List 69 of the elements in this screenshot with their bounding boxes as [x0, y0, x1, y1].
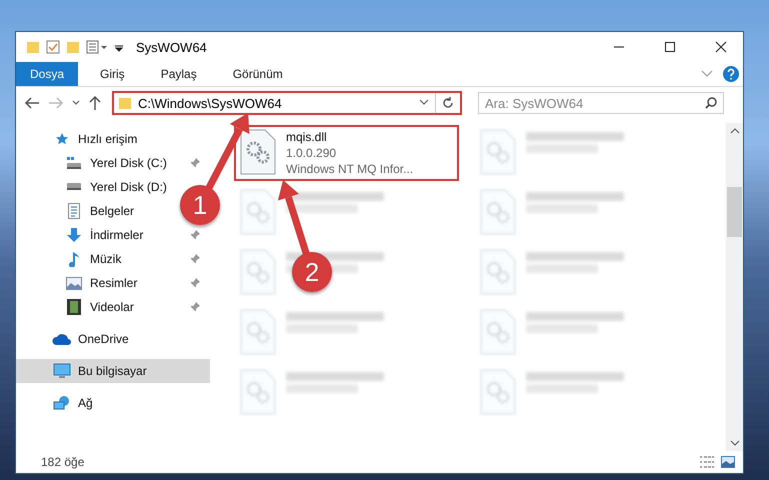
scroll-thumb[interactable] [727, 187, 742, 237]
picture-icon [66, 276, 82, 290]
large-icons-view-icon[interactable] [721, 456, 735, 468]
sidebar-item[interactable]: İndirmeler [16, 223, 210, 247]
dll-file-icon [240, 129, 276, 175]
dll-file-icon [240, 189, 276, 235]
maximize-icon [664, 41, 676, 53]
address-bar[interactable]: C:\Windows\SysWOW64 [112, 91, 462, 115]
dll-file-icon [480, 129, 516, 175]
dll-file-icon [480, 369, 516, 415]
network-icon [53, 395, 71, 411]
dll-file-icon [240, 369, 276, 415]
search-icon [705, 97, 717, 109]
pin-icon [190, 278, 200, 288]
pin-icon [190, 254, 200, 264]
drive-icon [66, 156, 82, 170]
sidebar-item[interactable]: OneDrive [16, 327, 139, 351]
back-button[interactable] [24, 96, 40, 110]
close-icon [714, 41, 726, 53]
sidebar-item[interactable]: Videolar [16, 295, 210, 319]
scrollbar[interactable] [726, 123, 743, 451]
pin-icon [190, 230, 200, 240]
dll-file-icon [240, 309, 276, 355]
scroll-down-icon[interactable] [730, 439, 740, 447]
details-view-icon[interactable] [699, 456, 715, 468]
cloud-icon [52, 333, 72, 345]
sidebar-item[interactable]: Resimler [16, 271, 210, 295]
blurred-file-detail [286, 204, 358, 213]
sidebar-item[interactable]: Yerel Disk (C:) [16, 151, 210, 175]
music-note-icon [68, 251, 80, 267]
ribbon-tab[interactable]: Giriş [86, 62, 139, 86]
document-icon [68, 203, 80, 219]
ribbon-tab[interactable]: Paylaş [146, 62, 211, 86]
computer-icon [53, 363, 71, 379]
sidebar-item[interactable]: Bu bilgisayar [16, 359, 210, 383]
sidebar-item[interactable]: Müzik [16, 247, 210, 271]
address-path: C:\Windows\SysWOW64 [138, 96, 283, 110]
ribbon-tab[interactable]: Dosya [16, 62, 78, 86]
sidebar-item[interactable]: Yerel Disk (D:) [16, 175, 177, 199]
file-tile[interactable]: mqis.dll 1.0.0.290 Windows NT MQ Infor... [234, 125, 459, 181]
star-icon [55, 132, 69, 146]
file-name: mqis.dll [286, 129, 328, 145]
recent-dropdown-button[interactable] [72, 100, 80, 106]
down-arrow-icon [66, 227, 82, 243]
folder-icon [118, 96, 132, 110]
sidebar-item[interactable]: Belgeler [16, 199, 144, 223]
folder-icon [26, 40, 40, 54]
pin-icon [190, 158, 200, 168]
film-icon [67, 299, 81, 315]
view-dropdown-icon[interactable] [86, 40, 108, 54]
help-icon[interactable] [723, 66, 739, 82]
search-field[interactable]: Ara: SysWOW64 [478, 92, 724, 114]
dll-file-icon [480, 189, 516, 235]
up-button[interactable] [88, 95, 102, 111]
dll-file-icon [240, 249, 276, 295]
sidebar-item[interactable]: Ağ [16, 391, 103, 415]
ribbon-tab[interactable]: Görünüm [218, 62, 297, 86]
properties-icon[interactable] [46, 40, 60, 54]
sidebar-item[interactable]: Hızlı erişim [16, 127, 148, 151]
drive-icon [66, 183, 82, 191]
chevron-down-icon[interactable] [419, 99, 429, 107]
pin-icon [190, 302, 200, 312]
dll-file-icon [480, 249, 516, 295]
file-detail: Windows NT MQ Infor... [286, 161, 414, 177]
file-detail: 1.0.0.290 [286, 145, 338, 161]
window-title: SysWOW64 [136, 40, 208, 54]
scroll-up-icon[interactable] [730, 127, 740, 135]
dll-file-icon [480, 309, 516, 355]
item-count: 182 öğe [41, 455, 86, 469]
